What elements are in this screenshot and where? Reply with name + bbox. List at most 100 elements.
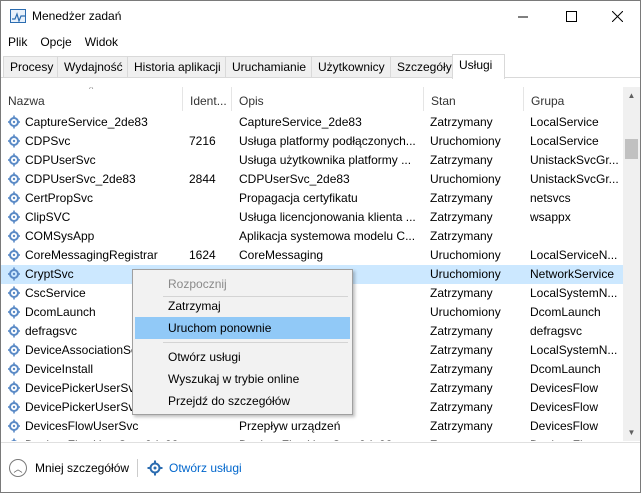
cell-group: DevicesFlow (530, 419, 599, 433)
tab-wydajnosc[interactable]: Wydajność (57, 56, 128, 77)
scrollbar-thumb[interactable] (625, 139, 638, 159)
cell-group: LocalServiceN... (530, 248, 618, 262)
cell-status: Zatrzymany (430, 153, 493, 167)
table-row[interactable]: CertPropSvc Propagacja certyfikatu Zatrzym… (1, 189, 623, 208)
fewer-details-label: Mniej szczegółów (35, 461, 130, 475)
table-row[interactable]: DevicesFlowUserSvc Przepływ urządzeń Zatrz… (1, 417, 623, 436)
service-gear-icon (8, 381, 20, 395)
column-header-group[interactable]: Grupa (524, 87, 623, 111)
column-header-name[interactable]: ^ Nazwa (1, 87, 183, 111)
tab-strip: Procesy Wydajność Historia aplikacji Uru… (1, 54, 640, 79)
cell-status: Zatrzymany (430, 438, 522, 441)
cell-description: Usługa licencjonowania klienta ... (239, 210, 416, 224)
context-menu: Rozpocznij Zatrzymaj Uruchom ponownie Ot… (132, 269, 353, 415)
column-header-status[interactable]: Stan (424, 87, 524, 111)
table-row[interactable]: CDPSvc 7216 Usługa platformy podłączonych.… (1, 132, 623, 151)
cell-group: NetworkService (530, 267, 615, 281)
table-row[interactable]: CDPUserSvc Usługa użytkownika platformy .… (1, 151, 623, 170)
window-title: Menedżer zadań (32, 9, 122, 23)
cell-group: netsvcs (530, 191, 571, 205)
cell-pid: 1624 (189, 248, 216, 262)
cell-status: Zatrzymany (430, 381, 493, 395)
maximize-button[interactable] (548, 1, 594, 31)
menu-plik[interactable]: Plik (1, 32, 33, 52)
service-gear-icon (8, 210, 20, 224)
tab-historia-aplikacji[interactable]: Historia aplikacji (127, 56, 226, 77)
service-gear-icon (8, 191, 20, 205)
service-gear-icon (8, 115, 20, 129)
cell-group: DevicesFlow (530, 438, 618, 441)
tab-uruchamianie[interactable]: Uruchamianie (225, 56, 312, 77)
service-gear-icon (8, 362, 20, 376)
cell-description: Usługa użytkownika platformy ... (239, 153, 412, 167)
open-services-link[interactable]: Otwórz usługi (147, 460, 242, 476)
cell-group: DevicesFlow (530, 400, 599, 414)
cell-status: Zatrzymany (430, 115, 493, 129)
table-row[interactable]: CDPUserSvc_2de83 2844 CDPUserSvc_2de83 Uruc… (1, 170, 623, 189)
chevron-up-icon: ︿ (9, 459, 27, 477)
cell-name: ClipSVC (25, 210, 71, 224)
cell-status: Zatrzymany (430, 343, 493, 357)
table-row[interactable]: DevicesFlowUserSvc_2de83 DevicesFlowUserS… (1, 436, 623, 441)
cell-name: CDPSvc (25, 134, 71, 148)
service-gear-icon (8, 324, 20, 338)
table-row[interactable]: ClipSVC Usługa licencjonowania klienta ..… (1, 208, 623, 227)
scroll-up-icon[interactable]: ▲ (623, 87, 640, 104)
task-manager-window: Menedżer zadań Plik Opcje Widok Procesy … (0, 0, 641, 493)
service-gear-icon (8, 305, 20, 319)
close-icon (611, 10, 623, 22)
vertical-scrollbar[interactable]: ▲ ▼ (623, 87, 640, 441)
table-row[interactable]: COMSysApp Aplikacja systemowa modelu C...… (1, 227, 623, 246)
cell-description: CDPUserSvc_2de83 (239, 172, 350, 186)
ctx-open-services[interactable]: Otwórz usługi (135, 346, 350, 368)
menu-bar: Plik Opcje Widok (1, 32, 640, 52)
cell-group: LocalSystemN... (530, 343, 618, 357)
cell-group: LocalService (530, 134, 599, 148)
service-gear-icon (8, 153, 20, 167)
cell-description: Aplikacja systemowa modelu C... (239, 229, 416, 243)
tab-procesy[interactable]: Procesy (3, 56, 58, 77)
cell-description: Usługa platformy podłączonych... (239, 134, 416, 148)
cell-name: CoreMessagingRegistrar (25, 248, 158, 262)
tab-uzytkownicy[interactable]: Użytkownicy (311, 56, 391, 77)
service-gear-icon (8, 134, 20, 148)
cell-status: Uruchomiony (430, 134, 501, 148)
ctx-restart[interactable]: Uruchom ponownie (135, 317, 350, 339)
tab-uslugi[interactable]: Usługi (452, 54, 505, 79)
menu-widok[interactable]: Widok (78, 32, 124, 52)
minimize-icon (517, 16, 528, 17)
close-button[interactable] (594, 1, 640, 31)
sort-up-icon: ^ (89, 87, 94, 94)
table-row[interactable]: CoreMessagingRegistrar 1624 CoreMessaging U… (1, 246, 623, 265)
scroll-down-icon[interactable]: ▼ (623, 424, 640, 441)
service-gear-icon (8, 400, 20, 414)
ctx-go-to-details[interactable]: Przejdź do szczegółów (135, 390, 350, 412)
cell-pid: 2844 (189, 172, 216, 186)
cell-description: CoreMessaging (239, 248, 324, 262)
cell-group: UnistackSvcGr... (530, 172, 618, 186)
footer-divider (137, 459, 138, 477)
fewer-details-button[interactable]: ︿ Mniej szczegółów (9, 459, 129, 477)
ctx-search-online[interactable]: Wyszukaj w trybie online (135, 368, 350, 390)
service-gear-icon (8, 172, 20, 186)
table-row[interactable]: CaptureService_2de83 CaptureService_2de83… (1, 113, 623, 132)
cell-group: DevicesFlow (530, 381, 599, 395)
cell-status: Zatrzymany (430, 286, 493, 300)
cell-description: DevicesFlowUserSvc_2de83 (239, 438, 419, 441)
cell-name: CDPUserSvc (25, 153, 96, 167)
cell-group: LocalService (530, 115, 599, 129)
minimize-button[interactable] (500, 1, 546, 31)
menu-opcje[interactable]: Opcje (33, 32, 77, 52)
cell-group: UnistackSvcGr... (530, 153, 618, 167)
services-gear-icon (147, 460, 163, 476)
ctx-stop[interactable]: Zatrzymaj (135, 295, 350, 317)
cell-status: Uruchomiony (430, 248, 501, 262)
cell-status: Zatrzymany (430, 419, 493, 433)
cell-group: LocalSystemN... (530, 286, 618, 300)
cell-status: Uruchomiony (430, 172, 501, 186)
tab-szczegoly[interactable]: Szczegóły (390, 56, 453, 77)
column-header-pid[interactable]: Ident... (183, 87, 232, 111)
service-gear-icon (8, 343, 20, 357)
ctx-separator (163, 342, 348, 343)
column-header-description[interactable]: Opis (232, 87, 424, 111)
